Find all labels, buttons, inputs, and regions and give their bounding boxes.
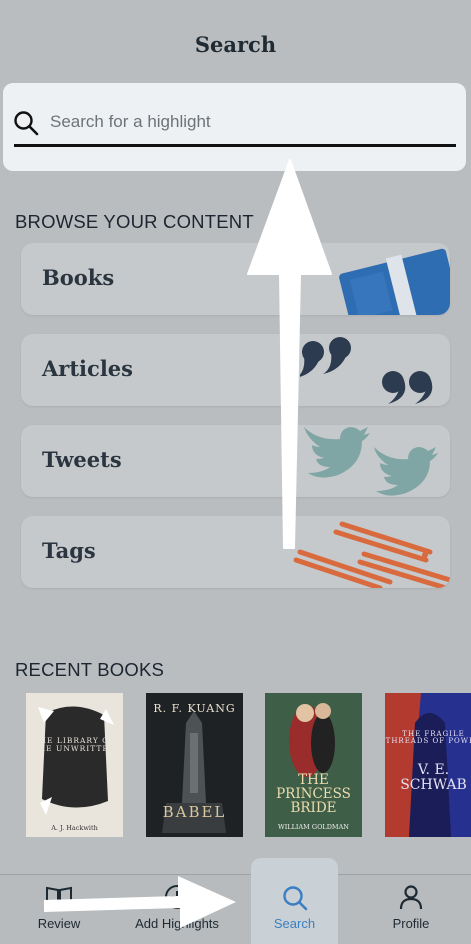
book-author: WILLIAM GOLDMAN [278, 823, 349, 831]
browse-item-articles[interactable]: Articles [21, 334, 450, 406]
book-author: A. J. Hackwith [51, 824, 98, 832]
browse-item-label: Articles [42, 356, 133, 381]
browse-item-tweets[interactable]: Tweets [21, 425, 450, 497]
tab-search[interactable]: Search [251, 858, 338, 944]
book-title: BABEL [162, 803, 227, 821]
book-author: R. F. KUANG [153, 702, 236, 715]
page-title: Search [194, 32, 277, 57]
quote-icon [300, 337, 433, 404]
browse-item-label: Tweets [42, 447, 122, 472]
tab-label: Review [37, 916, 81, 931]
book-cover-fragile-threads-of-power[interactable]: THE FRAGILE THREADS OF POWER V. E. SCHWA… [385, 693, 471, 837]
book-cover-art [38, 706, 114, 815]
search-input[interactable] [14, 100, 456, 147]
tag-icon [293, 521, 450, 588]
browse-heading: BROWSE YOUR CONTENT [15, 211, 254, 232]
person-icon [399, 885, 423, 910]
recent-books-heading: RECENT BOOKS [15, 659, 165, 680]
book-author: V. E. SCHWAB [400, 762, 467, 793]
twitter-bird-icon [304, 427, 438, 496]
book-icon [339, 248, 450, 315]
book-cover-library-of-the-unwritten[interactable]: THE LIBRARY OF THE UNWRITTEN A. J. Hackw… [26, 693, 123, 837]
tab-label: Add Highlights [135, 916, 219, 931]
book-cover-princess-bride[interactable]: THE PRINCESS BRIDE WILLIAM GOLDMAN [265, 693, 362, 837]
browse-item-label: Tags [42, 538, 96, 563]
browse-item-label: Books [42, 265, 115, 290]
plus-circle-icon [165, 885, 189, 909]
browse-item-tags[interactable]: Tags [21, 516, 450, 588]
tab-label: Search [273, 916, 316, 931]
browse-item-books[interactable]: Books [21, 243, 450, 315]
search-icon [283, 886, 308, 911]
tab-label: Profile [392, 916, 430, 931]
tab-profile[interactable]: Profile [352, 875, 470, 944]
book-cover-babel[interactable]: R. F. KUANG BABEL [146, 693, 243, 837]
recent-books-carousel[interactable]: THE LIBRARY OF THE UNWRITTEN A. J. Hackw… [0, 690, 471, 840]
tab-review[interactable]: Review [0, 875, 118, 944]
book-title: THE PRINCESS BRIDE [276, 772, 351, 817]
bottom-tab-bar: Review Add Highlights Search Profile [0, 858, 471, 944]
tab-add-highlights[interactable]: Add Highlights [118, 875, 236, 944]
book-title: THE FRAGILE THREADS OF POWER [385, 730, 471, 746]
book-open-icon [46, 886, 72, 909]
book-title: THE LIBRARY OF THE UNWRITTEN [32, 736, 117, 753]
